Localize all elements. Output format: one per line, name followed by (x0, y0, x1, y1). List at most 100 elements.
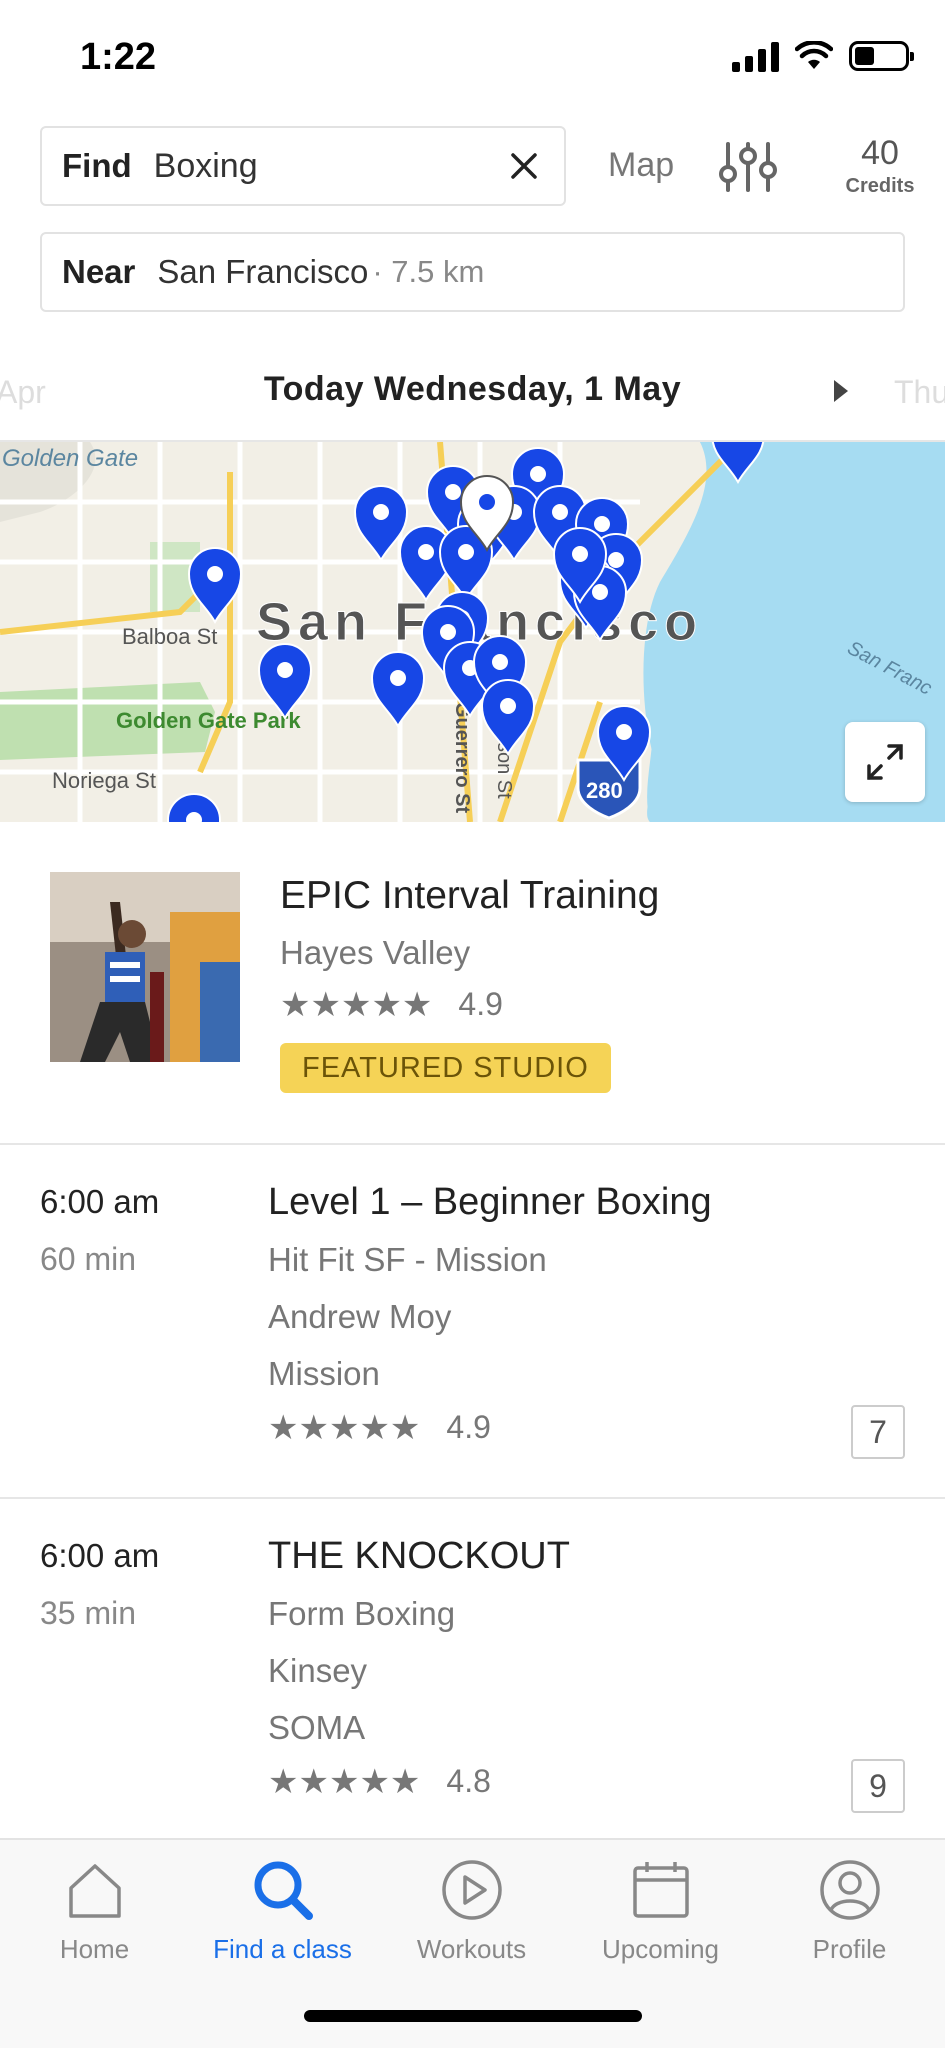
clear-search-button[interactable] (484, 127, 564, 205)
map-label-golden-gate: Golden Gate (2, 445, 138, 472)
class-rating: ★★★★★ 4.9 (268, 1409, 491, 1446)
status-bar: 1:22 (0, 0, 945, 110)
map-pin-dot (479, 494, 495, 510)
class-instructor: Andrew Moy (268, 1298, 452, 1335)
tab-home[interactable]: Home (0, 1858, 189, 1965)
tab-upcoming[interactable]: Upcoming (566, 1858, 755, 1965)
star-rating-icon: ★★★★★ (268, 1411, 420, 1445)
near-location-field[interactable]: Near San Francisco · 7.5 km (40, 232, 905, 312)
map-pin-dot (458, 544, 474, 560)
home-icon (68, 1864, 121, 1918)
star-rating-icon: ★★★★★ (280, 988, 432, 1022)
credits-label: Credits (845, 175, 915, 197)
star-rating-icon: ★★★★★ (268, 1765, 420, 1799)
class-credits-badge: 7 (851, 1405, 905, 1459)
stars-text: ★★★★★ (280, 985, 433, 1024)
studio-photo (50, 872, 240, 1062)
map-pin-dot (277, 662, 293, 678)
map-label-highway: 280 (586, 778, 623, 803)
next-date-arrow-icon[interactable] (830, 374, 854, 408)
map-pin-dot (552, 504, 568, 520)
map-label-golden-gate-park: Golden Gate Park (116, 708, 301, 733)
class-studio: Hit Fit SF - Mission (268, 1241, 547, 1278)
map-label-noriega: Noriega St (52, 768, 156, 793)
map-graphic[interactable]: Golden Gate Balboa St San Francisco Gold… (0, 442, 945, 822)
status-time: 1:22 (80, 36, 157, 78)
stars-text: ★★★★★ (268, 1408, 421, 1447)
expand-map-button[interactable] (845, 722, 925, 802)
tab-label: Profile (812, 1934, 887, 1964)
tab-label: Upcoming (601, 1934, 720, 1964)
wifi-icon (795, 41, 833, 69)
class-time: 6:00 am (40, 1183, 160, 1220)
featured-studio-card[interactable]: EPIC Interval Training Hayes Valley ★★★★… (0, 822, 945, 1145)
near-label: Near (62, 253, 136, 290)
map-pin-dot (572, 546, 588, 562)
featured-studio-area: Hayes Valley (280, 934, 471, 971)
near-distance: · 7.5 km (372, 254, 485, 289)
expand-icon (867, 744, 903, 780)
map-toggle-button[interactable]: Map (608, 146, 674, 185)
tab-label: Home (59, 1934, 130, 1964)
tab-label: Find a class (213, 1934, 352, 1964)
featured-studio-title: EPIC Interval Training (280, 874, 660, 917)
featured-rating: ★★★★★ 4.9 (280, 986, 503, 1023)
map-pin-dot (616, 724, 632, 740)
map-pin-dot (440, 624, 456, 640)
map-view[interactable]: Golden Gate Balboa St San Francisco Gold… (0, 442, 945, 822)
class-time: 6:00 am (40, 1537, 160, 1574)
tab-profile[interactable]: Profile (755, 1858, 944, 1965)
class-rating: ★★★★★ 4.8 (268, 1763, 491, 1800)
person-icon (819, 1860, 880, 1920)
class-duration: 60 min (40, 1241, 137, 1277)
next-date[interactable]: Thu (894, 374, 945, 411)
find-search-field[interactable]: Find Boxing (40, 126, 566, 206)
tab-label: Workouts (416, 1934, 527, 1964)
map-pin-dot (373, 504, 389, 520)
map-label-valencia: son St (493, 742, 515, 799)
tab-find-a-class[interactable]: Find a class (188, 1858, 377, 1965)
map-label-guerrero: Guerrero St (451, 702, 473, 813)
rating-value: 4.9 (446, 1409, 491, 1445)
class-neighborhood: Mission (268, 1355, 380, 1392)
map-pin-dot (390, 670, 406, 686)
class-duration: 35 min (40, 1595, 137, 1631)
map-pin-dot (530, 466, 546, 482)
calendar-icon (632, 1862, 689, 1918)
map-pin-dot (500, 698, 516, 714)
tab-workouts[interactable]: Workouts (377, 1858, 566, 1965)
close-icon (511, 153, 537, 179)
stars-text: ★★★★★ (268, 1762, 421, 1801)
map-pin-dot (207, 566, 223, 582)
battery-icon (849, 41, 914, 71)
rating-value: 4.8 (446, 1763, 491, 1799)
play-icon (441, 1860, 502, 1920)
class-name: Level 1 – Beginner Boxing (268, 1181, 712, 1223)
class-name: THE KNOCKOUT (268, 1535, 570, 1577)
find-label: Find (62, 147, 132, 184)
map-label-balboa: Balboa St (122, 624, 217, 649)
map-pin-dot (492, 654, 508, 670)
class-list-item[interactable]: 6:00 am 60 min Level 1 – Beginner Boxing… (0, 1145, 945, 1499)
class-credits-badge: 9 (851, 1759, 905, 1813)
filter-icon[interactable] (718, 140, 778, 194)
map-pin-dot (592, 584, 608, 600)
class-studio: Form Boxing (268, 1595, 456, 1632)
class-list-item[interactable]: 6:00 am 35 min THE KNOCKOUT Form Boxing … (0, 1499, 945, 1853)
map-pin-dot (608, 552, 624, 568)
map-pin-dot (418, 544, 434, 560)
find-input[interactable]: Boxing (154, 147, 484, 186)
credits-indicator[interactable]: 40 Credits (830, 134, 930, 198)
signal-icon (732, 40, 779, 72)
credits-count: 40 (861, 134, 899, 172)
date-navigation: Apr Today Wednesday, 1 May Thu (0, 350, 945, 440)
search-icon (254, 1861, 313, 1920)
map-pin-dot (594, 516, 610, 532)
class-neighborhood: SOMA (268, 1709, 366, 1746)
rating-value: 4.9 (458, 986, 503, 1022)
class-instructor: Kinsey (268, 1652, 368, 1689)
status-icons (732, 40, 914, 72)
near-location-value: San Francisco (157, 253, 369, 290)
featured-studio-badge: FEATURED STUDIO (280, 1043, 611, 1093)
home-indicator[interactable] (304, 2010, 642, 2022)
